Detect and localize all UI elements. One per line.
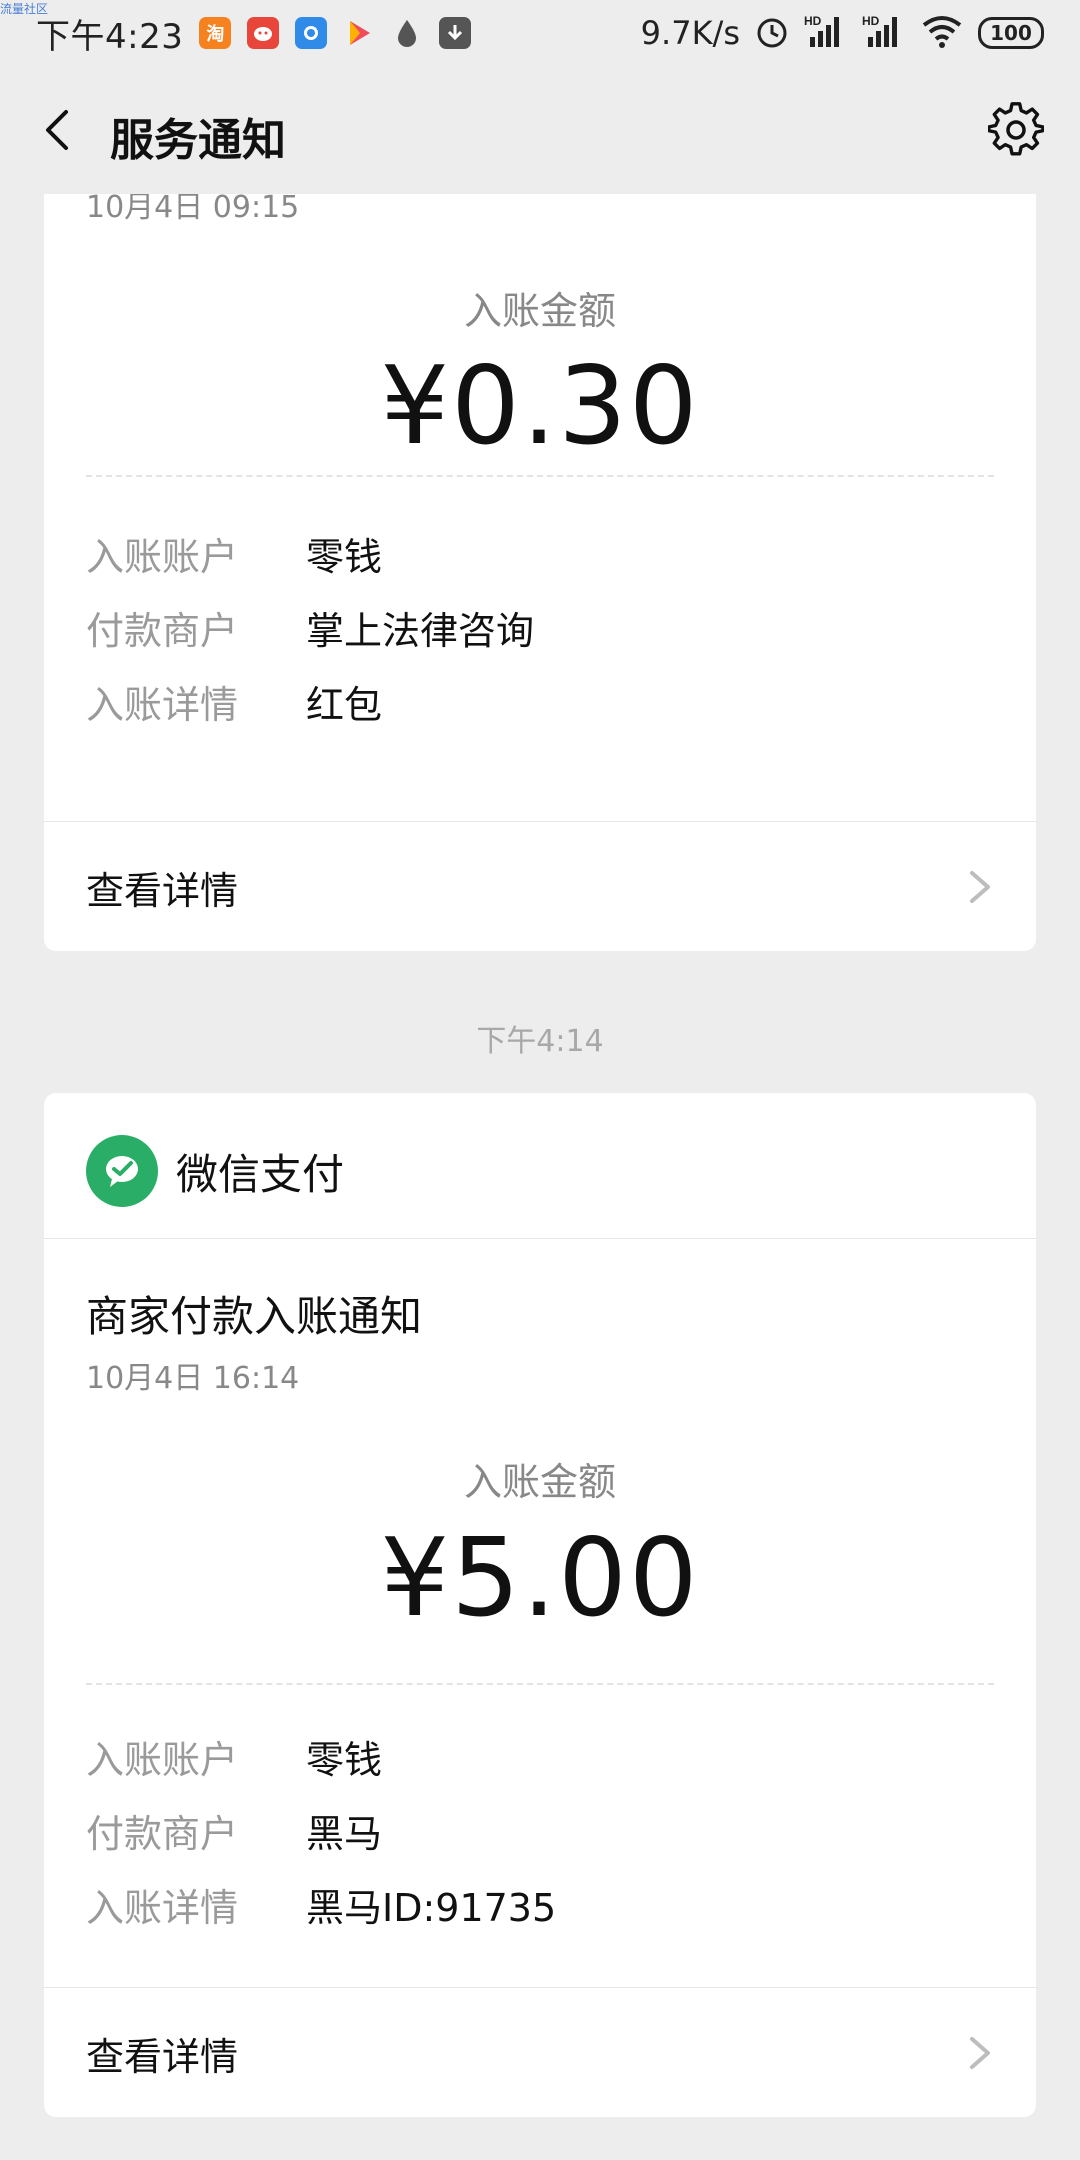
chevron-right-icon (966, 2033, 994, 2073)
info-value: 黑马ID:91735 (306, 1885, 557, 1930)
brand-header: 微信支付 (86, 1135, 344, 1207)
svg-text:HD: HD (862, 14, 880, 28)
nav-bar: 服务通知 (0, 66, 1080, 194)
info-row: 入账详情 黑马ID:91735 (86, 1880, 556, 1930)
signal-hd-icon: HD (804, 13, 848, 53)
info-key: 付款商户 (86, 608, 239, 653)
info-value: 零钱 (306, 534, 383, 579)
info-row: 付款商户 黑马 (86, 1806, 382, 1856)
signal-hd-icon: HD (862, 13, 906, 53)
amount-value: ¥5.00 (380, 1516, 700, 1641)
view-details-link[interactable]: 查看详情 (44, 1989, 1036, 2117)
time-separator: 下午4:14 (476, 1024, 604, 1059)
info-value: 零钱 (306, 1737, 383, 1782)
info-row: 入账账户 零钱 (86, 1732, 382, 1782)
status-time: 下午4:23 (36, 16, 184, 57)
gear-icon[interactable] (987, 102, 1045, 158)
watermark: 流量社区 (0, 2, 49, 16)
info-value: 黑马 (306, 1811, 383, 1856)
dashed-divider (86, 475, 994, 477)
view-details-label: 查看详情 (86, 868, 239, 913)
amount-value: ¥0.30 (380, 344, 700, 469)
download-app-icon (439, 17, 472, 49)
pig-app-icon (247, 17, 280, 49)
page-title: 服务通知 (110, 115, 286, 166)
info-value: 红包 (306, 682, 383, 727)
chevron-right-icon (966, 867, 994, 907)
card-date: 10月4日 09:15 (86, 194, 300, 225)
info-row: 付款商户 掌上法律咨询 (86, 603, 534, 653)
notification-card: 10月4日 09:15 入账金额 ¥0.30 入账账户 零钱 付款商户 掌上法律… (44, 194, 1036, 951)
info-value: 掌上法律咨询 (306, 608, 535, 653)
network-speed: 9.7K/s (640, 14, 740, 52)
notification-list[interactable]: 10月4日 09:15 入账金额 ¥0.30 入账账户 零钱 付款商户 掌上法律… (0, 194, 1080, 2160)
status-right: 9.7K/s HD HD 100 (641, 13, 1044, 53)
play-app-icon (343, 17, 375, 49)
info-row: 入账账户 零钱 (86, 529, 382, 579)
divider (44, 821, 1036, 822)
notification-card: 微信支付 商家付款入账通知 10月4日 16:14 入账金额 ¥5.00 入账账… (44, 1093, 1036, 2117)
wifi-icon (920, 13, 964, 53)
info-key: 入账账户 (86, 534, 239, 579)
status-bar: 下午4:23 淘 9.7K/s HD HD 100 (0, 0, 1080, 66)
drop-app-icon (391, 17, 423, 49)
svg-text:HD: HD (804, 14, 822, 28)
info-key: 入账账户 (86, 1737, 239, 1782)
battery-indicator: 100 (978, 17, 1044, 49)
dashed-divider (86, 1683, 994, 1685)
info-key: 入账详情 (86, 1885, 239, 1930)
wechat-pay-icon (86, 1135, 158, 1207)
alarm-icon (754, 13, 790, 53)
card-date: 10月4日 16:14 (86, 1361, 300, 1396)
brand-name: 微信支付 (176, 1149, 345, 1199)
amount-label: 入账金额 (463, 289, 616, 333)
info-key: 付款商户 (86, 1811, 239, 1856)
notice-title: 商家付款入账通知 (86, 1292, 423, 1341)
info-key: 入账详情 (86, 682, 239, 727)
view-details-link[interactable]: 查看详情 (44, 823, 1036, 951)
amount-label: 入账金额 (463, 1460, 616, 1504)
info-row: 入账详情 红包 (86, 677, 382, 727)
chevron-left-icon[interactable] (36, 106, 84, 154)
divider (44, 1238, 1036, 1239)
taobao-app-icon: 淘 (199, 17, 232, 49)
blue-app-icon (295, 17, 328, 49)
view-details-label: 查看详情 (86, 2034, 239, 2079)
app-root: 流量社区 下午4:23 淘 9.7K/s HD HD 100 服务通知 10月4… (0, 0, 1080, 2160)
divider (44, 1987, 1036, 1988)
